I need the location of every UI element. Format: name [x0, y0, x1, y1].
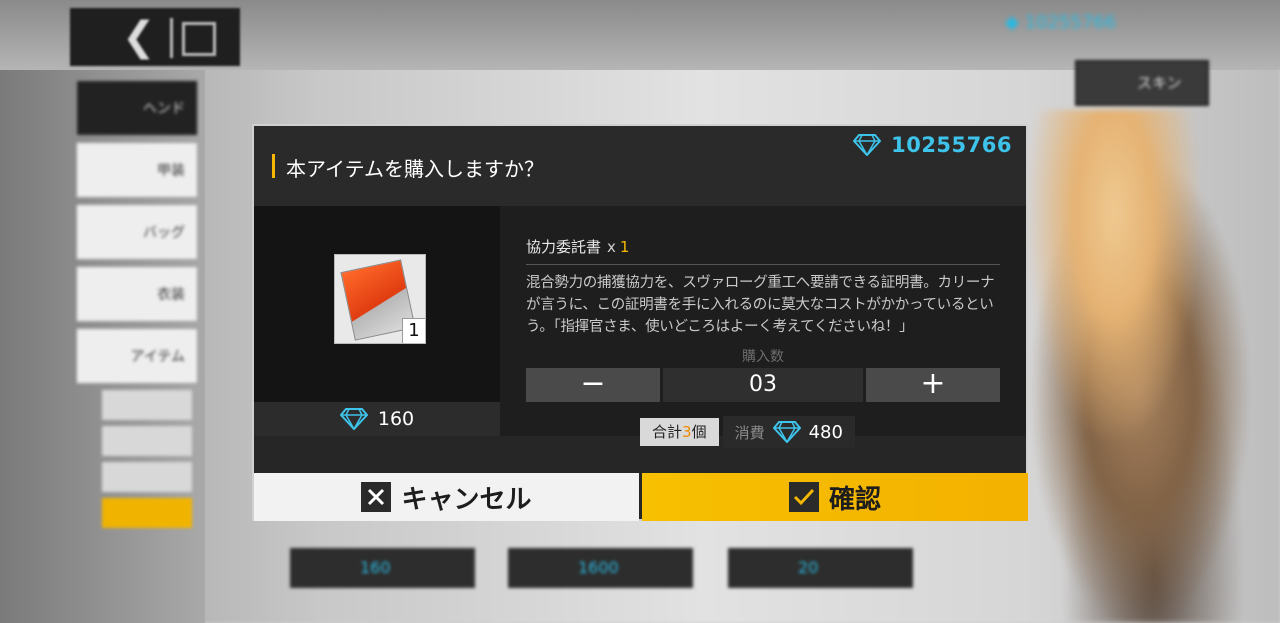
back-button[interactable]: ❮	[70, 8, 240, 66]
purchase-dialog: 本アイテムを購入しますか？ 10255766 1 160 協力委託書 x 1 混合勢…	[252, 124, 1028, 521]
balance-value: 10255766	[891, 133, 1012, 157]
cost-value: 480	[808, 421, 843, 443]
unit-price-value: 160	[377, 408, 415, 430]
dialog-title: 本アイテムを購入しますか？	[286, 157, 544, 181]
item-multiplier: x	[607, 238, 616, 256]
total-count-badge: 合計3個	[640, 418, 719, 446]
item-tile-quantity: 1	[402, 318, 425, 343]
cost-display: 消費 480	[722, 416, 855, 448]
sidebar-subitem-active[interactable]	[102, 498, 192, 528]
shop-card-price[interactable]: 20	[728, 548, 913, 588]
divider	[170, 18, 173, 58]
sidebar-item-bag[interactable]: バッグ	[76, 204, 198, 260]
skin-button-label: スキン	[1137, 74, 1182, 92]
top-currency-value: 10255766	[1024, 12, 1117, 33]
diamond-icon	[853, 134, 882, 156]
shop-card-price[interactable]: 1600	[508, 548, 693, 588]
close-icon	[361, 482, 392, 512]
shop-card-price[interactable]: 160	[290, 548, 475, 588]
sidebar-item-costume[interactable]: 衣装	[76, 266, 198, 322]
sidebar-item-armor[interactable]: 甲装	[76, 142, 198, 198]
skin-button[interactable]: スキン	[1075, 60, 1209, 106]
total-count: 3	[682, 423, 692, 441]
cancel-button[interactable]: キャンセル	[254, 473, 639, 521]
title-accent-bar	[272, 154, 275, 178]
diamond-icon: ◆	[1005, 12, 1019, 33]
purchase-summary: 合計3個 消費 480	[640, 416, 855, 448]
chevron-left-icon: ❮	[122, 14, 156, 60]
sidebar-item-hand[interactable]: ヘンド	[76, 80, 198, 136]
item-preview-panel: 1 160	[254, 206, 500, 436]
diamond-icon	[339, 408, 368, 430]
item-detail-panel: 協力委託書 x 1 混合勢力の捕獲協力を、スヴァローグ重工へ要請できる証明書。カリー…	[500, 206, 1026, 436]
quantity-label: 購入数	[742, 349, 784, 365]
cancel-button-label: キャンセル	[401, 484, 532, 515]
shop-icon	[182, 22, 216, 56]
confirm-button[interactable]: 確認	[642, 473, 1028, 521]
character-illustration	[1010, 110, 1270, 623]
total-suffix: 個	[691, 423, 707, 441]
quantity-value[interactable]: 03	[663, 368, 863, 402]
quantity-increase-button[interactable]: +	[866, 368, 1000, 402]
unit-price-bar: 160	[254, 402, 500, 436]
item-name: 協力委託書	[526, 238, 602, 256]
item-name-line: 協力委託書 x 1	[526, 236, 629, 257]
sidebar-item-item[interactable]: アイテム	[76, 328, 198, 384]
item-description: 混合勢力の捕獲協力を、スヴァローグ重工へ要請できる証明書。カリーナが言うに、この…	[526, 275, 995, 335]
footer-hints	[915, 596, 1225, 614]
sidebar-subitem[interactable]	[102, 462, 192, 492]
diamond-icon	[772, 421, 801, 443]
dialog-header: 本アイテムを購入しますか？ 10255766	[254, 126, 1026, 206]
cost-label: 消費	[734, 423, 765, 442]
divider	[526, 264, 1000, 265]
balance-display: 10255766	[853, 132, 1012, 158]
item-tile: 1	[334, 254, 426, 344]
top-currency-display: ◆ 10255766	[1005, 12, 1185, 42]
quantity-decrease-button[interactable]: −	[526, 368, 660, 402]
sidebar-subitem[interactable]	[102, 390, 192, 420]
confirm-button-label: 確認	[828, 484, 881, 515]
total-prefix: 合計	[652, 423, 683, 441]
check-icon	[788, 482, 819, 512]
sidebar-subitem[interactable]	[102, 426, 192, 456]
item-count: 1	[619, 238, 630, 256]
